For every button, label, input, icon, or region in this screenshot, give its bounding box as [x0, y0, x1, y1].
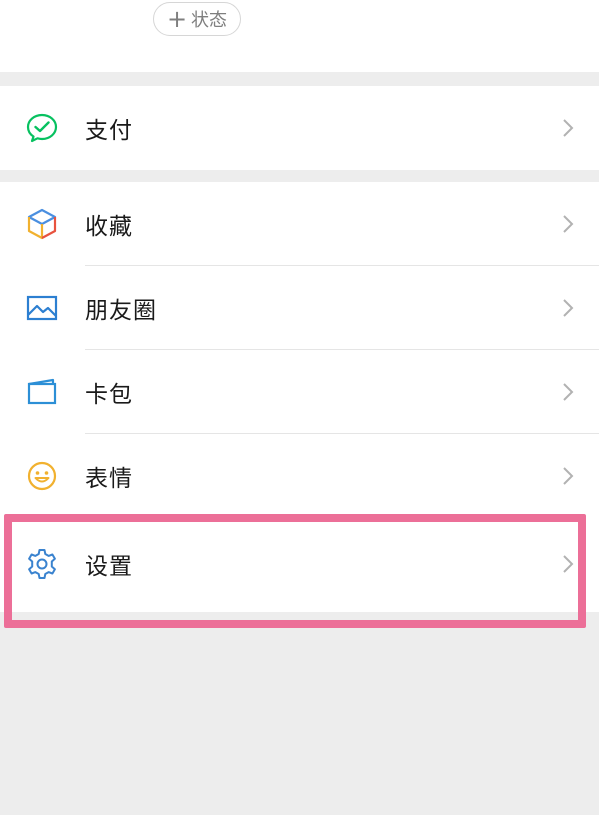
- menu-item-label: 表情: [85, 466, 133, 492]
- pay-group: 支付: [0, 86, 599, 170]
- wechat-pay-icon: [25, 111, 59, 145]
- menu-item-settings[interactable]: 设置: [0, 516, 599, 612]
- profile-header-area: + 状态: [0, 0, 599, 72]
- status-button-label: 状态: [191, 10, 228, 31]
- tools-group: 收藏 朋友圈 卡包 表情: [0, 182, 599, 518]
- gear-icon: [25, 547, 59, 581]
- menu-item-stickers[interactable]: 表情: [0, 434, 599, 518]
- favorites-cube-icon: [25, 207, 59, 241]
- menu-item-moments[interactable]: 朋友圈: [0, 266, 599, 350]
- chevron-right-icon: [563, 555, 574, 573]
- chevron-right-icon: [563, 383, 574, 401]
- plus-icon: +: [166, 5, 188, 33]
- chevron-right-icon: [563, 467, 574, 485]
- card-wallet-icon: [25, 375, 59, 409]
- add-status-button[interactable]: + 状态: [153, 2, 241, 36]
- smiley-icon: [25, 459, 59, 493]
- moments-picture-icon: [25, 291, 59, 325]
- menu-item-label: 设置: [85, 554, 133, 580]
- menu-item-favorites[interactable]: 收藏: [0, 182, 599, 266]
- chevron-right-icon: [563, 119, 574, 137]
- menu-item-label: 支付: [85, 118, 133, 144]
- settings-group: 设置: [0, 516, 599, 612]
- menu-item-label: 卡包: [85, 382, 133, 408]
- menu-item-label: 朋友圈: [85, 298, 157, 324]
- menu-item-label: 收藏: [85, 214, 133, 240]
- chevron-right-icon: [563, 215, 574, 233]
- chevron-right-icon: [563, 299, 574, 317]
- menu-item-card-wallet[interactable]: 卡包: [0, 350, 599, 434]
- menu-item-pay[interactable]: 支付: [0, 86, 599, 170]
